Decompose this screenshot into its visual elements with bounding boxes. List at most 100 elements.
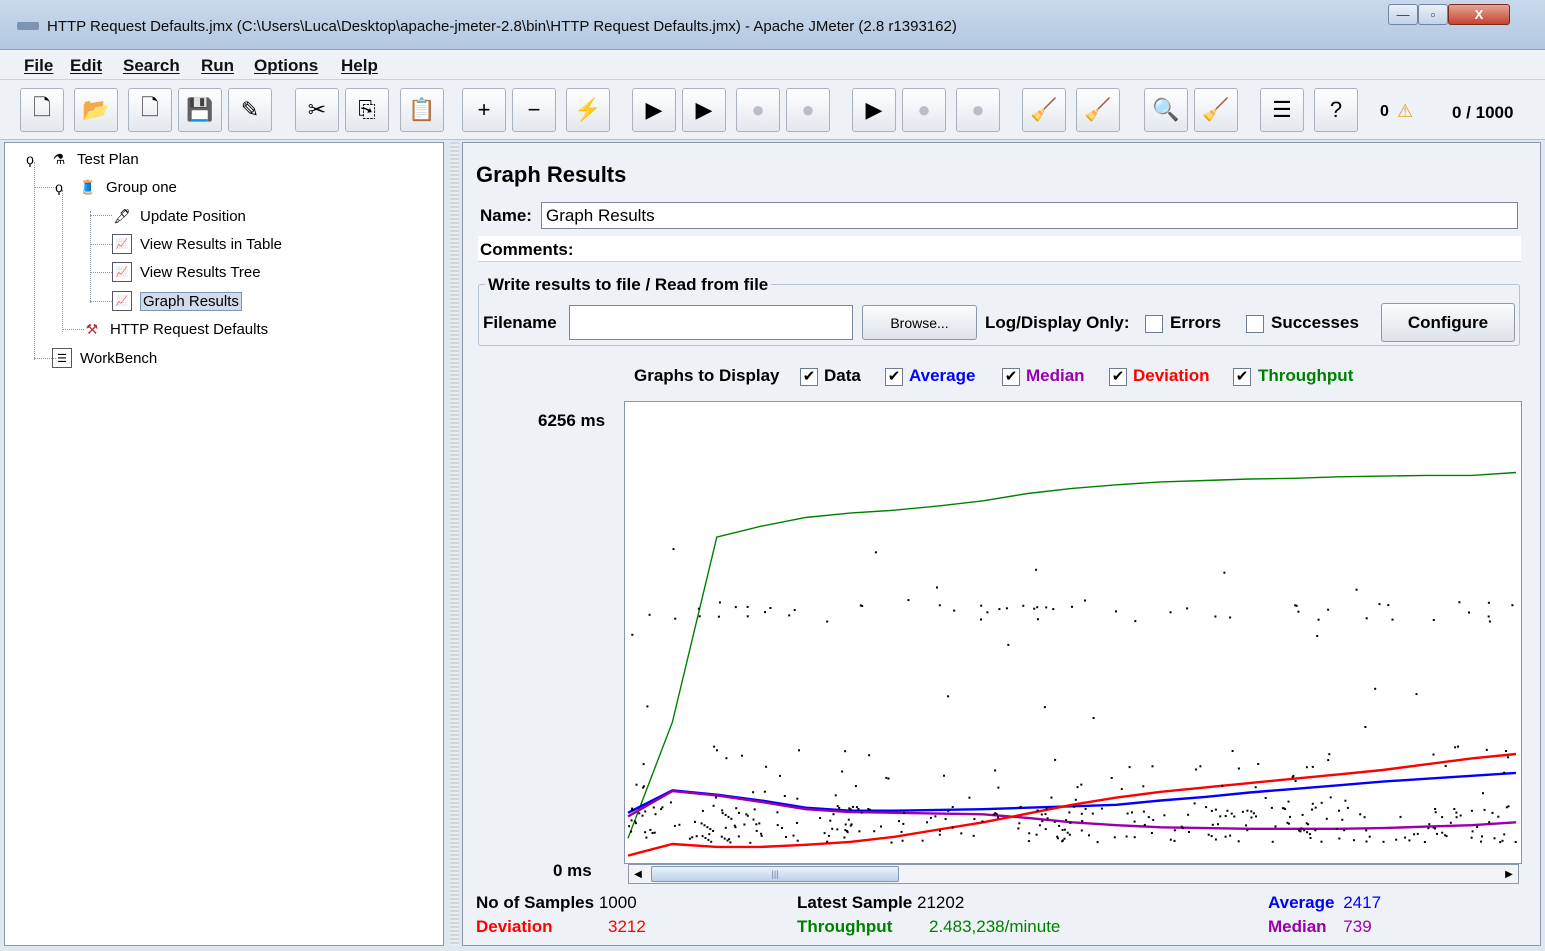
expand-button[interactable]: +: [462, 88, 506, 132]
successes-checkbox[interactable]: [1246, 315, 1264, 333]
graph-horizontal-scrollbar[interactable]: ◀ ||| ▶: [628, 864, 1519, 884]
tree-node-group-one[interactable]: ϙ 🧵 Group one: [52, 175, 177, 199]
scroll-thumb[interactable]: |||: [651, 866, 899, 882]
start-no-pause-button[interactable]: ▶: [682, 88, 726, 132]
clear-all-button[interactable]: 🧹: [1076, 88, 1120, 132]
tree-node-workbench[interactable]: ☰ WorkBench: [52, 346, 157, 370]
save-as-button[interactable]: ✎: [228, 88, 272, 132]
data-sample-point: [1308, 833, 1311, 836]
workbench-icon: ☰: [52, 348, 72, 368]
data-sample-point: [997, 816, 1000, 819]
data-sample-point: [1134, 620, 1137, 623]
data-sample-point: [1423, 841, 1426, 843]
data-sample-point: [1063, 837, 1066, 840]
average-checkbox[interactable]: ✔: [885, 368, 903, 386]
data-sample-point: [691, 836, 694, 839]
throughput-value: 2.483,238/minute: [929, 917, 1061, 936]
data-sample-point: [1314, 806, 1317, 809]
data-sample-point: [707, 838, 710, 841]
tree-node-view-results-table[interactable]: 📈 View Results in Table: [112, 232, 282, 256]
remote-start-button[interactable]: ▶: [852, 88, 896, 132]
data-sample-point: [1081, 820, 1084, 822]
data-sample-point: [638, 812, 641, 815]
save-button[interactable]: 💾: [178, 88, 222, 132]
panel-splitter[interactable]: [450, 142, 459, 946]
data-sample-point: [1303, 829, 1306, 832]
menu-file[interactable]: File: [24, 56, 53, 76]
name-input[interactable]: Graph Results: [541, 202, 1518, 229]
data-sample-point: [981, 820, 984, 823]
filename-input[interactable]: [569, 305, 853, 340]
data-sample-point: [1044, 828, 1047, 831]
copy-button[interactable]: ⎘: [345, 88, 389, 132]
start-button[interactable]: ▶: [632, 88, 676, 132]
median-checkbox[interactable]: ✔: [1002, 368, 1020, 386]
collapse-button[interactable]: −: [512, 88, 556, 132]
stop-button[interactable]: ●: [736, 88, 780, 132]
remote-stop-button[interactable]: ●: [902, 88, 946, 132]
reset-search-button[interactable]: 🧹: [1194, 88, 1238, 132]
errors-checkbox[interactable]: [1145, 315, 1163, 333]
browse-button[interactable]: Browse...: [862, 305, 977, 340]
expand-toggle-icon[interactable]: ϙ: [23, 149, 37, 169]
data-sample-point: [630, 830, 633, 833]
data-sample-point: [1045, 606, 1048, 609]
data-sample-point: [1061, 829, 1064, 831]
comments-field[interactable]: [478, 236, 1521, 262]
data-sample-point: [980, 618, 982, 621]
data-sample-point: [651, 832, 654, 834]
data-sample-point: [960, 832, 963, 835]
remote-shutdown-button[interactable]: ●: [956, 88, 1000, 132]
scroll-left-arrow-icon[interactable]: ◀: [629, 865, 647, 883]
data-sample-point: [1307, 823, 1310, 826]
tree-node-update-position[interactable]: 🖋 Update Position: [112, 204, 246, 228]
data-sample-point: [836, 828, 839, 831]
data-sample-point: [1505, 806, 1508, 809]
warning-icon[interactable]: ⚠: [1397, 101, 1413, 122]
data-sample-point: [1329, 796, 1332, 799]
close-button[interactable]: X: [1448, 4, 1510, 25]
tree-node-graph-results[interactable]: 📈 Graph Results: [112, 289, 242, 313]
tree-node-http-request-defaults[interactable]: ⚒ HTTP Request Defaults: [82, 317, 268, 341]
tree-node-view-results-tree[interactable]: 📈 View Results Tree: [112, 260, 261, 284]
close-file-button[interactable]: 🗋: [128, 88, 172, 132]
deviation-checkbox[interactable]: ✔: [1109, 368, 1127, 386]
tree-node-test-plan[interactable]: ϙ ⚗ Test Plan: [23, 147, 139, 171]
minimize-button[interactable]: —: [1388, 4, 1418, 25]
data-sample-point: [1143, 823, 1146, 826]
function-helper-button[interactable]: ☰: [1260, 88, 1304, 132]
help-button[interactable]: ?: [1314, 88, 1358, 132]
throughput-checkbox[interactable]: ✔: [1233, 368, 1251, 386]
new-button[interactable]: 🗋: [20, 88, 64, 132]
toggle-button[interactable]: ⚡: [566, 88, 610, 132]
data-sample-point: [1432, 753, 1435, 756]
shutdown-button[interactable]: ●: [786, 88, 830, 132]
paste-button[interactable]: 📋: [400, 88, 444, 132]
menu-help[interactable]: Help: [341, 56, 378, 76]
expand-toggle-icon[interactable]: ϙ: [52, 177, 66, 197]
menu-run[interactable]: Run: [201, 56, 234, 76]
open-button[interactable]: 📂: [74, 88, 118, 132]
remote-start-icon: ▶: [865, 97, 883, 122]
scroll-right-arrow-icon[interactable]: ▶: [1500, 865, 1518, 883]
data-sample-point: [1309, 837, 1312, 839]
menu-options[interactable]: Options: [254, 56, 318, 76]
menu-edit[interactable]: Edit: [70, 56, 102, 76]
data-sample-point: [1207, 833, 1210, 836]
data-sample-point: [1445, 835, 1448, 838]
cut-button[interactable]: ✂: [295, 88, 339, 132]
search-button[interactable]: 🔍: [1144, 88, 1188, 132]
data-sample-point: [1458, 601, 1461, 604]
data-sample-point: [724, 814, 727, 816]
data-sample-point: [798, 749, 800, 752]
data-sample-point: [1497, 815, 1500, 818]
data-checkbox[interactable]: ✔: [800, 368, 818, 386]
configure-button[interactable]: Configure: [1381, 303, 1515, 342]
data-sample-point: [934, 815, 937, 818]
data-sample-point: [1133, 820, 1136, 823]
data-sample-point: [1432, 619, 1435, 621]
data-sample-point: [1368, 835, 1371, 838]
menu-search[interactable]: Search: [123, 56, 180, 76]
clear-button[interactable]: 🧹: [1022, 88, 1066, 132]
maximize-button[interactable]: ▫: [1418, 4, 1448, 25]
